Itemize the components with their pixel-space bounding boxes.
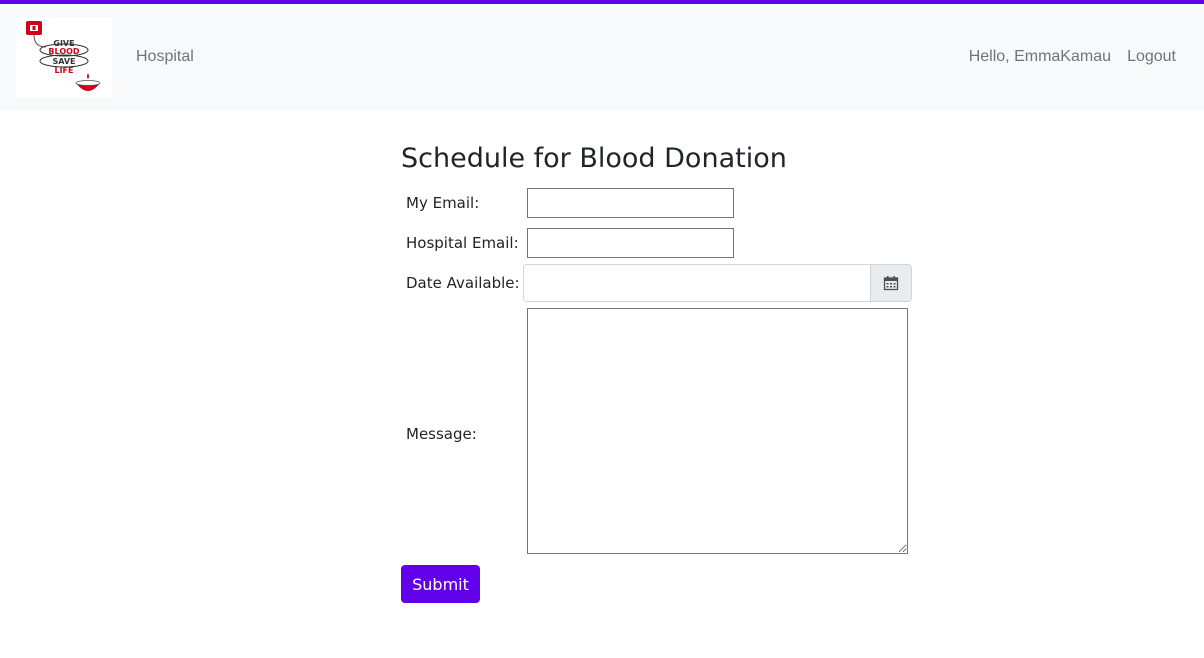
hospital-email-input[interactable] [527,228,734,258]
logo-word-life: LIFE [54,66,73,75]
submit-button[interactable]: Submit [401,565,480,603]
my-email-input[interactable] [527,188,734,218]
calendar-icon [883,276,899,291]
logo-word-save: SAVE [52,57,75,66]
give-blood-save-life-logo[interactable]: GIVE BLOOD SAVE LIFE [16,17,112,97]
my-email-label: My Email: [406,194,480,212]
navbar: GIVE BLOOD SAVE LIFE Hospital Hello, Emm… [0,4,1204,110]
hospital-email-label: Hospital Email: [406,234,519,252]
user-greeting[interactable]: Hello, EmmaKamau [969,48,1111,66]
page-title: Schedule for Blood Donation [401,143,787,174]
message-textarea[interactable] [527,308,908,554]
message-label: Message: [406,425,477,443]
nav-hospital-link[interactable]: Hospital [136,48,194,66]
logout-link[interactable]: Logout [1127,48,1176,66]
date-picker [523,264,912,302]
logo-word-blood: BLOOD [48,47,80,56]
date-available-label: Date Available: [406,274,520,292]
date-available-input[interactable] [524,265,870,301]
calendar-button[interactable] [870,265,911,301]
